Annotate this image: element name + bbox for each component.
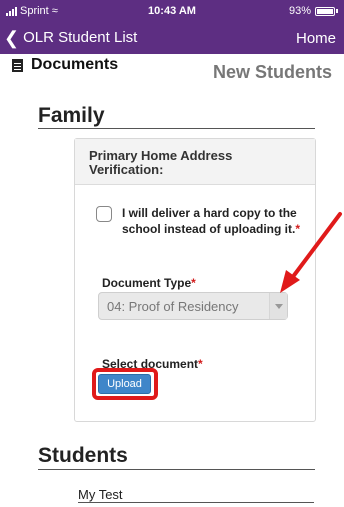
document-type-select[interactable]: 04: Proof of Residency bbox=[98, 292, 288, 320]
back-label: OLR Student List bbox=[23, 29, 138, 46]
back-button[interactable]: ❮ OLR Student List bbox=[4, 27, 138, 48]
status-bar: Sprint ≈ 10:43 AM 93% bbox=[0, 0, 344, 22]
select-document-label: Select document* bbox=[102, 357, 203, 371]
battery-tip bbox=[336, 9, 338, 13]
nav-bar: ❮ OLR Student List Home bbox=[0, 22, 344, 54]
documents-header: Documents bbox=[12, 56, 118, 74]
select-document-text: Select document bbox=[102, 357, 199, 371]
hard-copy-label: I will deliver a hard copy to the school… bbox=[122, 205, 314, 237]
student-divider bbox=[78, 502, 314, 503]
status-right: 93% bbox=[289, 5, 338, 17]
documents-title: Documents bbox=[31, 56, 119, 73]
student-link[interactable]: My Test bbox=[78, 487, 123, 502]
chevron-down-icon bbox=[269, 293, 287, 319]
required-marker: * bbox=[295, 222, 301, 236]
hard-copy-text: I will deliver a hard copy to the school… bbox=[122, 206, 297, 236]
hard-copy-checkbox[interactable] bbox=[96, 206, 112, 222]
family-section-divider bbox=[38, 128, 315, 129]
family-section-title: Family bbox=[38, 104, 105, 127]
upload-button[interactable]: Upload bbox=[98, 374, 151, 394]
students-section-divider bbox=[38, 469, 315, 470]
chevron-left-icon: ❮ bbox=[4, 27, 20, 48]
card-title: Primary Home Address Verification: bbox=[89, 148, 233, 177]
home-button[interactable]: Home bbox=[296, 30, 336, 47]
document-type-value: 04: Proof of Residency bbox=[107, 299, 239, 314]
required-marker: * bbox=[191, 276, 196, 290]
students-section-title: Students bbox=[38, 444, 128, 467]
document-type-text: Document Type bbox=[102, 276, 192, 290]
required-marker: * bbox=[198, 357, 203, 371]
document-icon bbox=[12, 58, 23, 72]
card-header: Primary Home Address Verification: bbox=[75, 139, 315, 185]
battery-icon bbox=[315, 6, 335, 16]
document-type-label: Document Type* bbox=[102, 276, 196, 290]
new-students-label: New Students bbox=[212, 62, 332, 82]
battery-percent: 93% bbox=[288, 5, 311, 17]
